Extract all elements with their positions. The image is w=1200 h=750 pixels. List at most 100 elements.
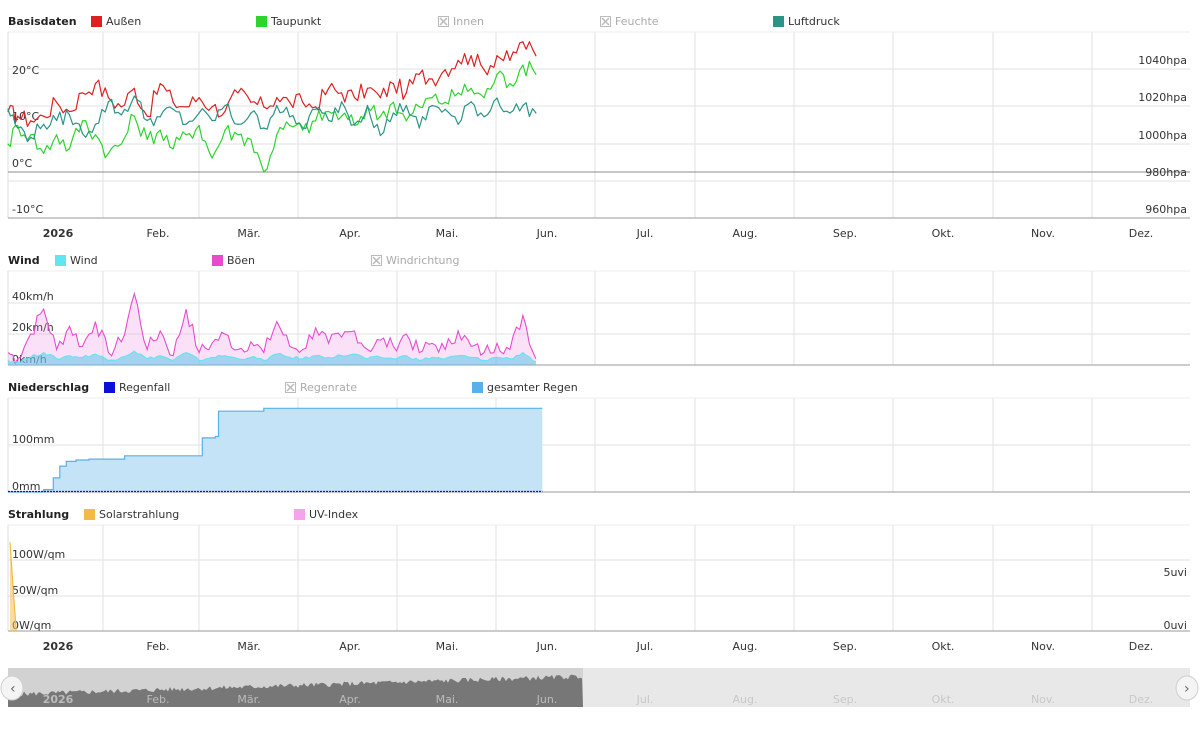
x-tick-label: Mai. — [436, 227, 459, 240]
data-point — [392, 83, 394, 85]
data-point — [172, 101, 174, 103]
data-point — [94, 123, 97, 125]
navigator-tick-label: 2026 — [43, 693, 74, 706]
x-tick-label: Dez. — [1129, 640, 1154, 653]
data-point — [237, 134, 239, 136]
series-area-gesamter-regen — [8, 408, 543, 492]
strahlung-title: Strahlung — [8, 508, 69, 521]
x-tick-label: Mär. — [237, 640, 260, 653]
y-tick-label-left: 0°C — [12, 157, 32, 170]
legend-item-solarstrahlung[interactable]: Solarstrahlung — [84, 508, 179, 521]
data-point — [133, 115, 135, 117]
data-point — [159, 83, 161, 85]
data-point — [276, 134, 278, 136]
chevron-right-icon[interactable]: › — [1184, 681, 1190, 697]
data-point — [418, 127, 420, 129]
legend-swatch[interactable] — [91, 16, 102, 27]
data-point — [43, 123, 45, 125]
data-point — [43, 115, 45, 117]
data-point — [146, 138, 148, 141]
legend-label[interactable]: gesamter Regen — [487, 381, 578, 394]
y-tick-label-right: 5uvi — [1163, 566, 1187, 579]
data-point — [327, 119, 330, 122]
legend-label[interactable]: Regenfall — [119, 381, 170, 394]
data-point — [107, 97, 109, 99]
data-point — [211, 157, 213, 159]
legend-item-böen[interactable]: Böen — [212, 254, 255, 267]
legend-item-innen[interactable]: Innen — [438, 15, 484, 28]
data-point — [211, 119, 213, 122]
legend-swatch[interactable] — [294, 509, 305, 520]
legend-swatch[interactable] — [472, 382, 483, 393]
data-point — [405, 120, 407, 122]
data-point — [185, 134, 187, 136]
data-point — [392, 112, 394, 114]
data-point — [483, 69, 485, 71]
legend-label[interactable]: Regenrate — [300, 381, 357, 394]
legend-swatch[interactable] — [104, 382, 115, 393]
legend-item-gesamter-regen[interactable]: gesamter Regen — [472, 381, 578, 394]
wind-title: Wind — [8, 254, 40, 267]
legend-label[interactable]: Böen — [227, 254, 255, 267]
legend-label[interactable]: Innen — [453, 15, 484, 28]
data-point — [250, 101, 252, 103]
data-point — [146, 119, 148, 122]
legend-item-taupunkt[interactable]: Taupunkt — [256, 15, 322, 28]
legend-item-regenrate[interactable]: Regenrate — [285, 381, 358, 394]
legend-swatch[interactable] — [55, 255, 66, 266]
legend-label[interactable]: UV-Index — [309, 508, 359, 521]
x-tick-label: Jul. — [636, 640, 654, 653]
data-point — [340, 101, 343, 103]
y-tick-label-left: 20°C — [12, 64, 39, 77]
data-point — [237, 123, 239, 125]
data-point — [457, 92, 459, 94]
legend-item-luftdruck[interactable]: Luftdruck — [773, 15, 840, 28]
data-point — [340, 92, 343, 94]
legend-item-feuchte[interactable]: Feuchte — [600, 15, 659, 28]
wind-legend: Wind Wind Böen Windrichtung — [8, 254, 459, 267]
legend-item-windrichtung[interactable]: Windrichtung — [371, 254, 460, 267]
chevron-left-icon[interactable]: ‹ — [10, 681, 16, 697]
data-point — [94, 83, 97, 85]
data-point — [302, 101, 304, 103]
legend-item-wind[interactable]: Wind — [55, 254, 98, 267]
legend-swatch[interactable] — [212, 255, 223, 266]
data-point — [43, 152, 45, 154]
navigator-left-handle[interactable]: ‹ — [0, 675, 24, 701]
data-point — [379, 134, 382, 137]
legend-label[interactable]: Taupunkt — [270, 15, 322, 28]
legend-swatch[interactable] — [84, 509, 95, 520]
legend-swatch[interactable] — [256, 16, 267, 27]
data-point — [470, 55, 472, 57]
legend-label[interactable]: Wind — [70, 254, 98, 267]
legend-label[interactable]: Luftdruck — [788, 15, 840, 28]
navigator-tick-label: Mai. — [436, 693, 459, 706]
legend-label[interactable]: Windrichtung — [386, 254, 459, 267]
legend-item-außen[interactable]: Außen — [91, 15, 141, 28]
legend-label[interactable]: Außen — [106, 15, 141, 28]
y-tick-label-right: 980hpa — [1145, 166, 1187, 179]
legend-swatch[interactable] — [773, 16, 784, 27]
data-point — [30, 136, 32, 138]
data-point — [418, 73, 420, 75]
data-point — [315, 106, 317, 108]
legend-label[interactable]: Solarstrahlung — [99, 508, 179, 521]
niederschlag-title: Niederschlag — [8, 381, 89, 394]
x-tick-label: Jun. — [536, 227, 558, 240]
navigator-right-handle[interactable]: › — [1175, 675, 1199, 701]
data-point — [211, 106, 213, 108]
legend-label[interactable]: Feuchte — [615, 15, 659, 28]
data-point — [133, 87, 135, 89]
x-tick-label: Sep. — [833, 640, 857, 653]
data-point — [366, 87, 369, 89]
data-point — [198, 124, 200, 127]
data-point — [315, 108, 317, 110]
data-point — [431, 104, 433, 107]
data-point — [276, 104, 278, 107]
data-point — [315, 120, 317, 122]
basisdaten-x-axis: 2026 Feb. Mär. Apr. Mai. Jun. Jul. Aug. Sep. Okt.… — [43, 227, 1154, 240]
legend-item-uv-index[interactable]: UV-Index — [294, 508, 359, 521]
data-point — [120, 143, 122, 145]
y-tick-label-left: 100W/qm — [12, 548, 65, 561]
legend-item-regenfall[interactable]: Regenfall — [104, 381, 170, 394]
